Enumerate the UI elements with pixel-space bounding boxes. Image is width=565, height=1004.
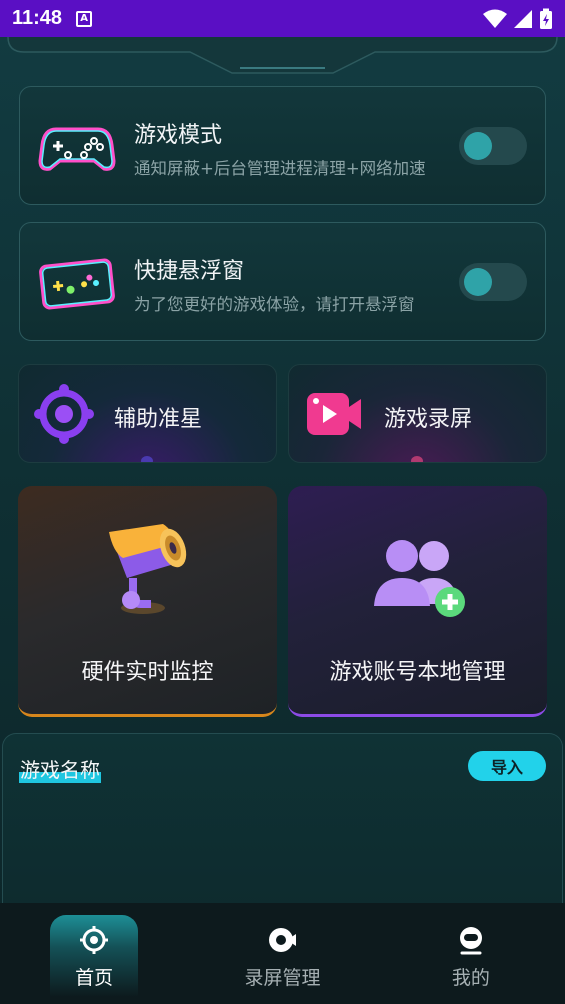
hardware-monitor-label: 硬件实时监控	[81, 660, 214, 685]
toggle-knob	[464, 132, 492, 160]
crosshair-icon	[34, 384, 94, 444]
nav-item-profile[interactable]: 我的	[377, 903, 565, 1004]
game-mode-toggle[interactable]	[459, 127, 527, 165]
add-user-icon	[373, 540, 465, 617]
notification-icon: A	[76, 10, 93, 27]
floating-window-icon	[39, 258, 115, 310]
wifi-icon	[483, 9, 507, 28]
profile-icon	[459, 927, 482, 955]
import-button[interactable]: 导入	[468, 751, 546, 781]
card-indicator	[411, 456, 423, 462]
account-manager-label: 游戏账号本地管理	[329, 660, 506, 685]
crosshair-label: 辅助准星	[114, 407, 203, 432]
crosshair-card[interactable]: 辅助准星	[18, 364, 277, 463]
toggle-knob	[464, 268, 492, 296]
nav-item-recordings[interactable]: 录屏管理	[188, 903, 376, 1004]
hardware-monitor-card[interactable]: 硬件实时监控	[18, 486, 277, 717]
screen-record-card[interactable]: 游戏录屏	[288, 364, 547, 463]
header-card-edge	[7, 36, 558, 74]
camera-monitor-icon	[108, 524, 186, 614]
nav-item-home[interactable]: 首页	[0, 903, 188, 1004]
floating-window-toggle[interactable]	[459, 263, 527, 301]
account-manager-card[interactable]: 游戏账号本地管理	[288, 486, 547, 717]
target-icon	[80, 926, 109, 954]
card-indicator	[141, 456, 153, 462]
gamepad-icon	[38, 127, 116, 171]
floating-window-title: 快捷悬浮窗	[134, 259, 245, 284]
bottom-nav: 首页 录屏管理 我的	[0, 903, 565, 1004]
game-mode-subtitle: 通知屏蔽+后台管理进程清理+网络加速	[134, 159, 426, 178]
game-mode-title: 游戏模式	[134, 123, 223, 148]
signal-icon	[514, 9, 532, 28]
nav-label-home: 首页	[75, 967, 114, 989]
floating-window-subtitle: 为了您更好的游戏体验，请打开悬浮窗	[134, 295, 415, 314]
nav-label-recordings: 录屏管理	[244, 967, 321, 989]
battery-icon	[540, 8, 552, 29]
game-name-header: 游戏名称	[19, 754, 101, 783]
video-record-icon	[307, 393, 361, 435]
floating-window-card[interactable]: 快捷悬浮窗 为了您更好的游戏体验，请打开悬浮窗	[19, 222, 546, 341]
screen-record-label: 游戏录屏	[384, 407, 473, 432]
game-mode-card[interactable]: 游戏模式 通知屏蔽+后台管理进程清理+网络加速	[19, 86, 546, 205]
nav-label-profile: 我的	[451, 967, 490, 989]
record-icon	[269, 928, 297, 952]
status-icons	[483, 8, 553, 30]
status-time: 11:48	[12, 7, 63, 29]
